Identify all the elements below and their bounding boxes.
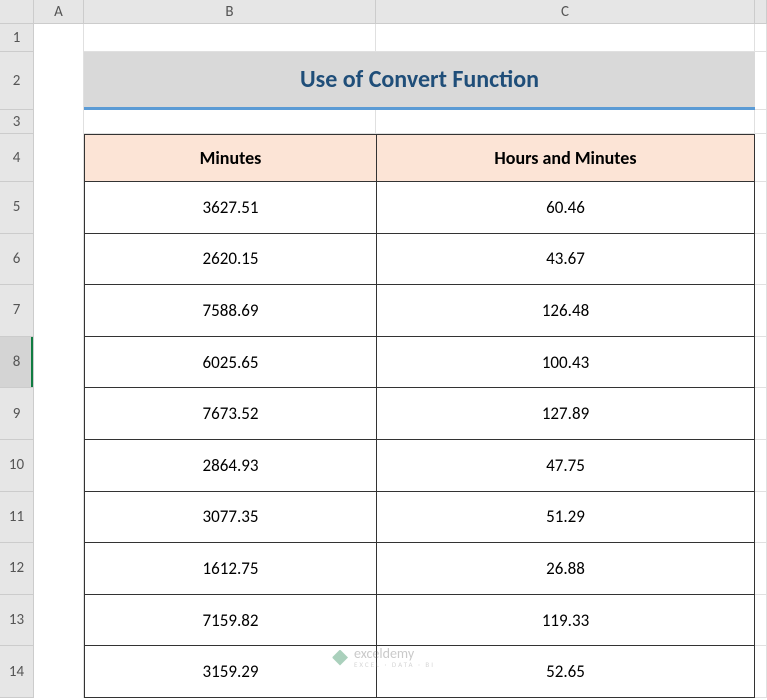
table-row[interactable]: 7588.69 — [84, 285, 376, 337]
cell-a10[interactable] — [34, 440, 84, 492]
row-header-5[interactable]: 5 — [0, 182, 34, 234]
cell-a13[interactable] — [34, 595, 84, 647]
table-row[interactable]: 60.46 — [376, 182, 755, 234]
table-row[interactable]: 100.43 — [376, 337, 755, 389]
row-header-13[interactable]: 13 — [0, 595, 34, 647]
cell-d6[interactable] — [755, 234, 767, 286]
cell-d2[interactable] — [755, 52, 767, 110]
table-row[interactable]: 47.75 — [376, 440, 755, 492]
title-cell[interactable]: Use of Convert Function — [84, 52, 755, 110]
table-row[interactable]: 1612.75 — [84, 543, 376, 595]
cell-d5[interactable] — [755, 182, 767, 234]
table-row[interactable]: 3077.35 — [84, 492, 376, 544]
row-header-9[interactable]: 9 — [0, 388, 34, 440]
cell-a3[interactable] — [34, 110, 84, 134]
table-header-minutes[interactable]: Minutes — [84, 134, 376, 182]
cell-a2[interactable] — [34, 52, 84, 110]
select-all-corner[interactable] — [0, 0, 34, 24]
cell-d3[interactable] — [755, 110, 767, 134]
col-header-c[interactable]: C — [376, 0, 755, 24]
cell-a12[interactable] — [34, 543, 84, 595]
cell-d8[interactable] — [755, 337, 767, 389]
cell-a6[interactable] — [34, 234, 84, 286]
table-row[interactable]: 119.33 — [376, 595, 755, 647]
cell-a11[interactable] — [34, 492, 84, 544]
row-header-12[interactable]: 12 — [0, 543, 34, 595]
cell-a1[interactable] — [34, 24, 84, 52]
row-header-6[interactable]: 6 — [0, 234, 34, 286]
row-header-7[interactable]: 7 — [0, 285, 34, 337]
table-row[interactable]: 127.89 — [376, 388, 755, 440]
table-row[interactable]: 7159.82 — [84, 595, 376, 647]
cell-d4[interactable] — [755, 134, 767, 182]
watermark-text: exceldemy EXCEL · DATA · BI — [354, 647, 435, 668]
cell-a5[interactable] — [34, 182, 84, 234]
table-row[interactable]: 51.29 — [376, 492, 755, 544]
cell-d14[interactable] — [755, 646, 767, 698]
table-row[interactable]: 3627.51 — [84, 182, 376, 234]
table-row[interactable]: 43.67 — [376, 234, 755, 286]
col-header-end — [755, 0, 767, 24]
cell-d9[interactable] — [755, 388, 767, 440]
watermark: exceldemy EXCEL · DATA · BI — [332, 647, 435, 668]
cell-d12[interactable] — [755, 543, 767, 595]
cell-c1[interactable] — [376, 24, 755, 52]
row-header-4[interactable]: 4 — [0, 134, 34, 182]
col-header-a[interactable]: A — [34, 0, 84, 24]
row-header-10[interactable]: 10 — [0, 440, 34, 492]
table-header-hours[interactable]: Hours and Minutes — [376, 134, 755, 182]
cell-a14[interactable] — [34, 646, 84, 698]
cell-a7[interactable] — [34, 285, 84, 337]
row-header-2[interactable]: 2 — [0, 52, 34, 110]
row-header-1[interactable]: 1 — [0, 24, 34, 52]
cell-c3[interactable] — [376, 110, 755, 134]
watermark-name: exceldemy — [354, 647, 435, 661]
row-header-8[interactable]: 8 — [0, 337, 34, 389]
cell-a8[interactable] — [34, 337, 84, 389]
cell-b1[interactable] — [84, 24, 376, 52]
cell-d1[interactable] — [755, 24, 767, 52]
table-row[interactable]: 6025.65 — [84, 337, 376, 389]
cell-a9[interactable] — [34, 388, 84, 440]
spreadsheet-grid: A B C 1 2 Use of Convert Function 3 4 Mi… — [0, 0, 767, 698]
row-header-3[interactable]: 3 — [0, 110, 34, 134]
cell-d10[interactable] — [755, 440, 767, 492]
col-header-b[interactable]: B — [84, 0, 376, 24]
watermark-icon — [332, 650, 348, 666]
cell-d11[interactable] — [755, 492, 767, 544]
watermark-tagline: EXCEL · DATA · BI — [354, 661, 435, 668]
table-row[interactable]: 7673.52 — [84, 388, 376, 440]
row-header-14[interactable]: 14 — [0, 646, 34, 698]
cell-d7[interactable] — [755, 285, 767, 337]
table-row[interactable]: 26.88 — [376, 543, 755, 595]
cell-d13[interactable] — [755, 595, 767, 647]
table-row[interactable]: 2620.15 — [84, 234, 376, 286]
row-header-11[interactable]: 11 — [0, 492, 34, 544]
table-row[interactable]: 2864.93 — [84, 440, 376, 492]
cell-b3[interactable] — [84, 110, 376, 134]
table-row[interactable]: 126.48 — [376, 285, 755, 337]
cell-a4[interactable] — [34, 134, 84, 182]
